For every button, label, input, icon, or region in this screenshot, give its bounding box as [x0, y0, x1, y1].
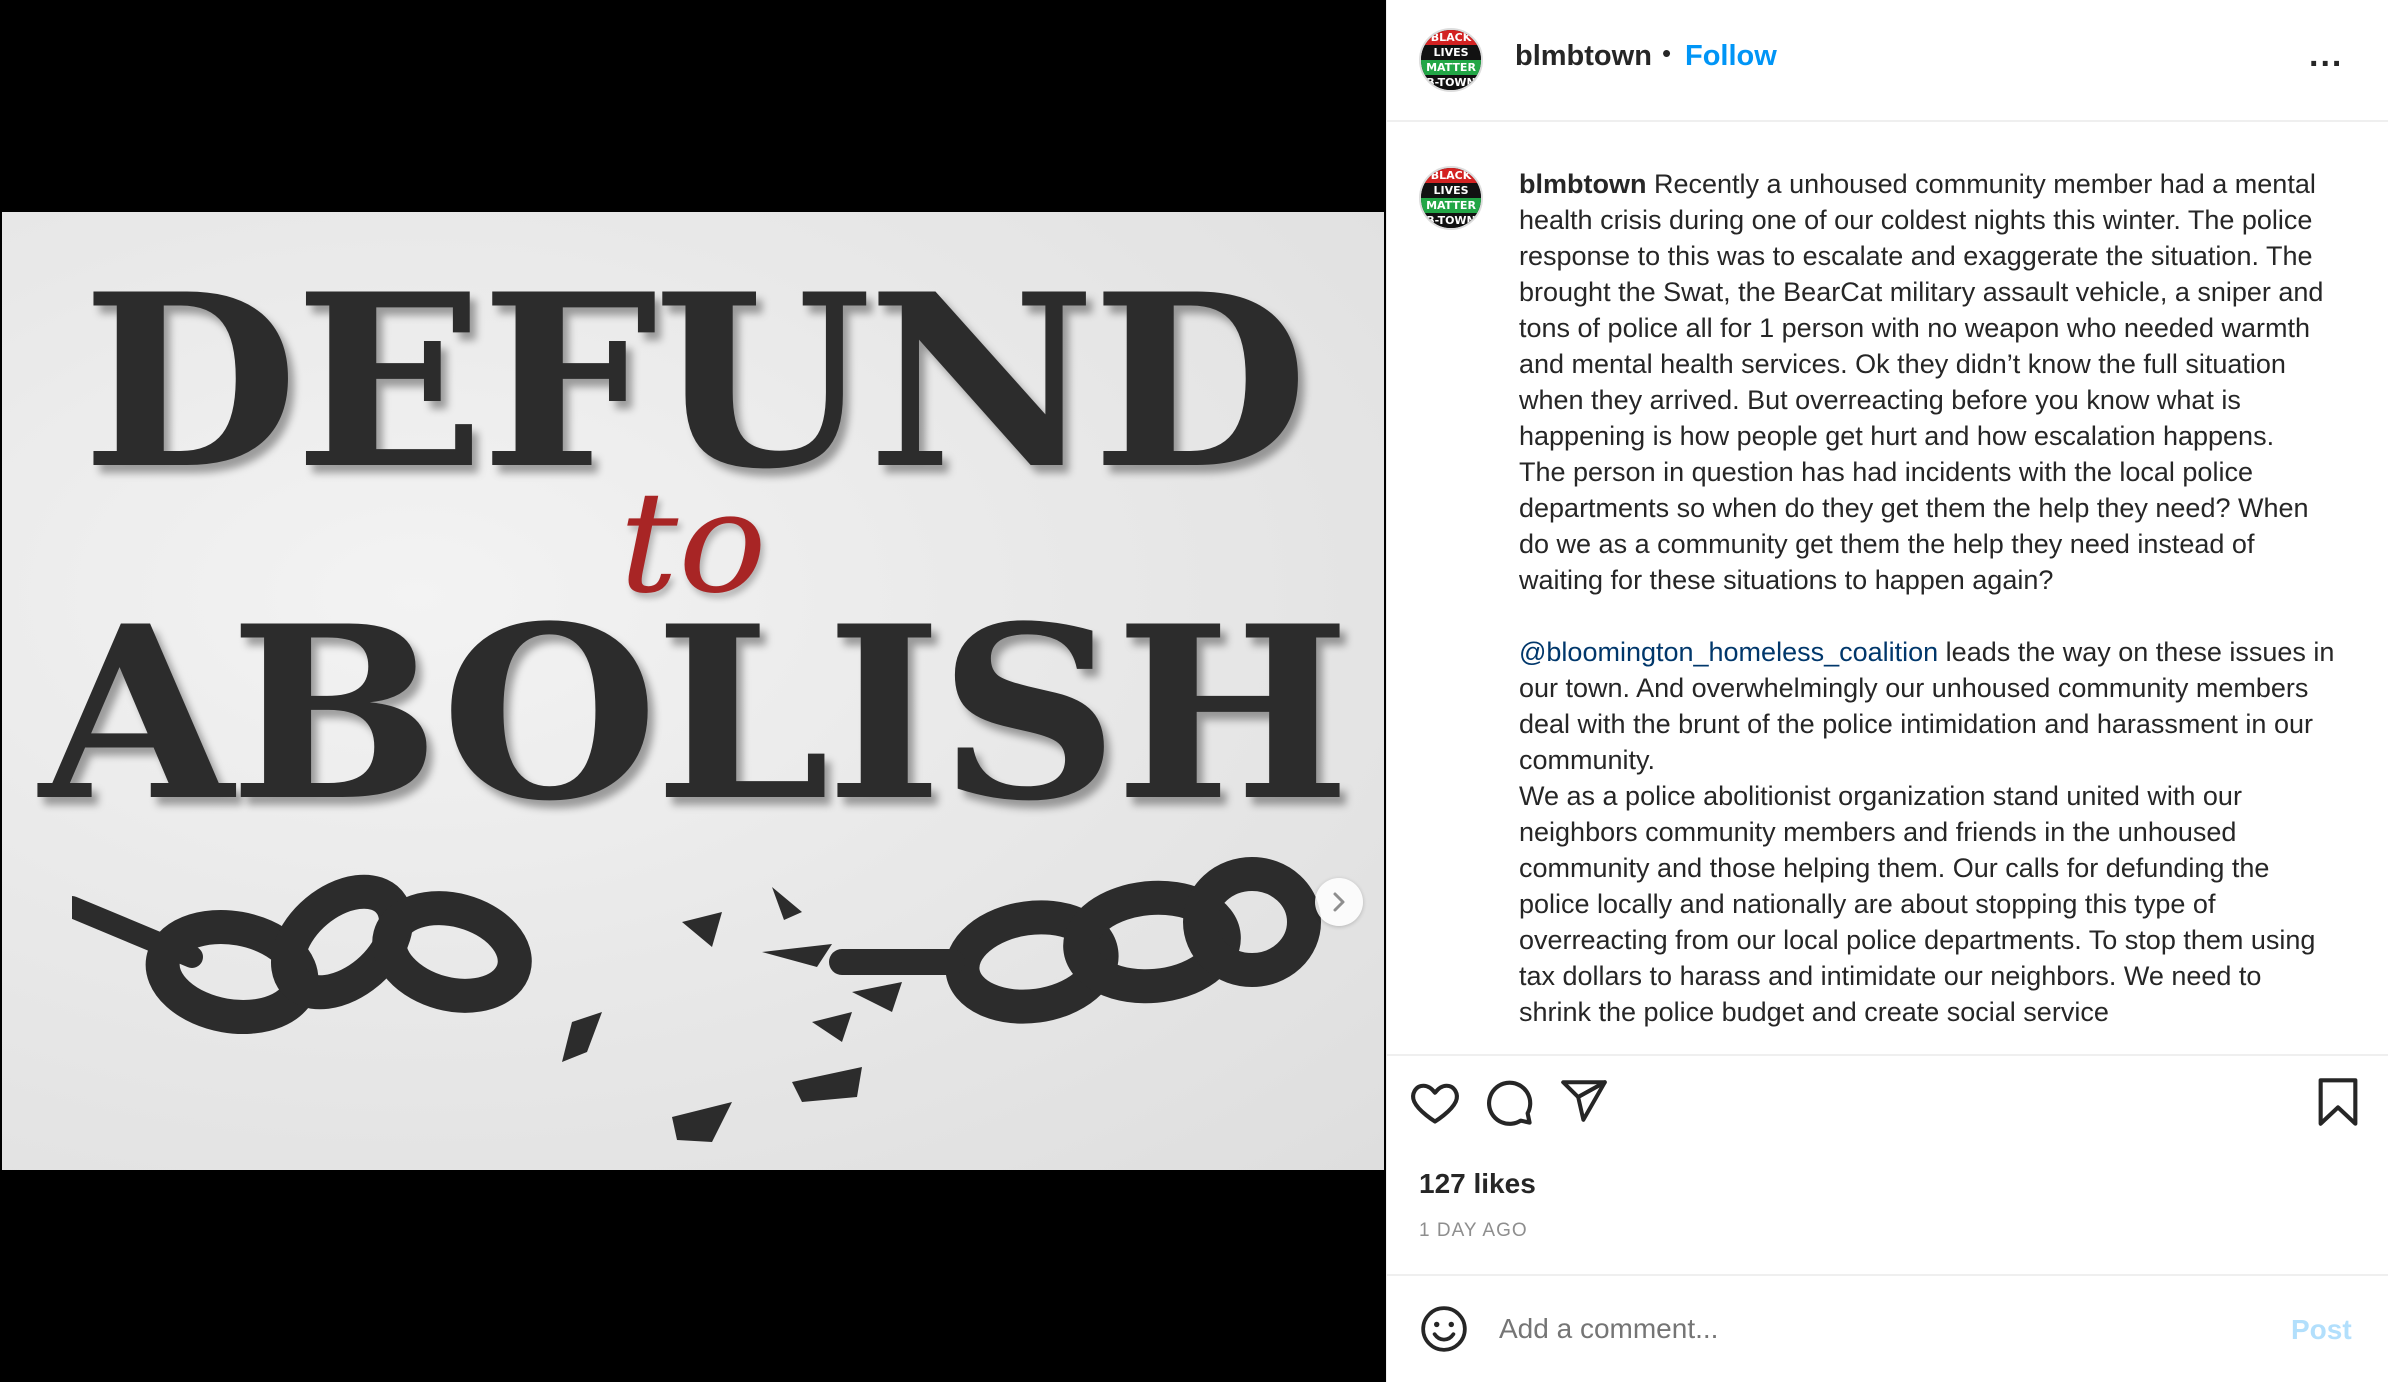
carousel-next-button[interactable] — [1315, 878, 1363, 926]
post-caption: blmbtown Recently a unhoused community m… — [1519, 166, 2339, 1030]
post-actions: 127 likes 1 DAY AGO — [1387, 1054, 2388, 1276]
chevron-right-icon — [1333, 892, 1345, 912]
save-button[interactable] — [2315, 1076, 2361, 1133]
avatar-line-4: B-TOWN — [1421, 213, 1481, 228]
caption-scroll-area[interactable]: BLACK LIVES MATTER B-TOWN blmbtown Recen… — [1387, 122, 2388, 1052]
share-button[interactable] — [1559, 1076, 1609, 1131]
image-text-abolish: ABOLISH — [39, 575, 1350, 854]
post-header: BLACK LIVES MATTER B-TOWN blmbtown • Fol… — [1387, 0, 2388, 122]
share-icon — [1561, 1080, 1607, 1122]
caption-avatar[interactable]: BLACK LIVES MATTER B-TOWN — [1419, 166, 1483, 230]
post-comment-button[interactable]: Post — [2291, 1314, 2352, 1346]
post-panel: BLACK LIVES MATTER B-TOWN blmbtown • Fol… — [1386, 0, 2388, 1382]
emoji-button[interactable] — [1419, 1304, 1469, 1359]
carousel-slide[interactable]: DEFUND to ABOLISH — [2, 212, 1384, 1170]
avatar-line-1: BLACK — [1421, 30, 1481, 45]
caption-username[interactable]: blmbtown — [1519, 169, 1646, 199]
caption-paragraph-2: The person in question has had incidents… — [1519, 457, 2309, 595]
like-count[interactable]: 127 likes — [1419, 1168, 1536, 1200]
heart-icon — [1411, 1083, 1459, 1124]
post-media: DEFUND to ABOLISH — [0, 0, 1386, 1382]
header-username[interactable]: blmbtown — [1515, 40, 1652, 73]
more-options-icon[interactable]: ... — [2309, 36, 2343, 75]
avatar-line-2: LIVES — [1421, 183, 1481, 198]
broken-chain-illustration — [72, 857, 1321, 1142]
like-button[interactable] — [1409, 1076, 1461, 1133]
comment-input[interactable] — [1497, 1312, 2261, 1346]
bookmark-icon — [2318, 1078, 2358, 1126]
comment-bar: Post — [1387, 1274, 2388, 1384]
avatar-line-1: BLACK — [1421, 168, 1481, 183]
caption-paragraph-1: Recently a unhoused community member had… — [1519, 169, 2324, 451]
header-separator: • — [1662, 38, 1672, 68]
avatar-line-3: MATTER — [1421, 198, 1481, 213]
avatar-line-3: MATTER — [1421, 60, 1481, 75]
avatar-line-4: B-TOWN — [1421, 75, 1481, 90]
comment-button[interactable] — [1483, 1076, 1535, 1133]
mention-link[interactable]: @bloomington_homeless_coalition — [1519, 637, 1938, 667]
comment-icon — [1487, 1080, 1533, 1126]
caption-paragraph-4: We as a police abolitionist organization… — [1519, 781, 2316, 1027]
post-timestamp[interactable]: 1 DAY AGO — [1419, 1220, 1528, 1242]
avatar-line-2: LIVES — [1421, 45, 1481, 60]
avatar[interactable]: BLACK LIVES MATTER B-TOWN — [1419, 28, 1483, 92]
follow-button[interactable]: Follow — [1685, 40, 1777, 73]
emoji-icon — [1421, 1306, 1467, 1352]
